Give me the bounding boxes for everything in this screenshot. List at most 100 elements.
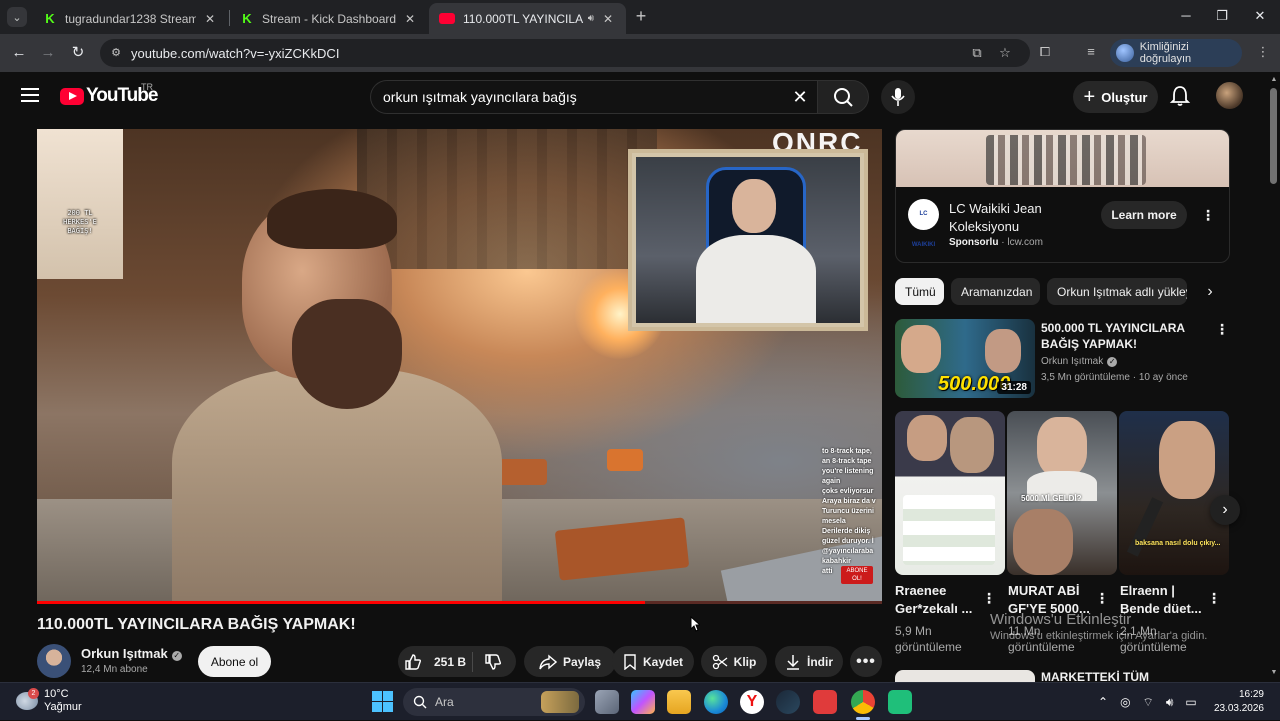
forward-icon[interactable]: → [38,43,58,63]
short-thumbnail[interactable]: baksana nasıl dolu çıkıy... [1119,411,1229,575]
tab-youtube-video[interactable]: 110.000TL YAYINCILARA BA 🔊︎ ✕ [429,3,626,34]
close-window-icon[interactable]: ✕ [1250,8,1270,26]
short-more-icon[interactable]: ⋮ [1094,589,1110,607]
scrollbar-thumb[interactable] [1270,88,1277,184]
page-scrollbar[interactable]: ▲ ▼ [1268,72,1280,682]
search-button[interactable] [817,80,869,114]
taskbar-search-box[interactable]: Ara [403,688,585,716]
steam-icon[interactable] [776,690,800,714]
verified-check-icon: ✓ [1107,357,1118,367]
maximize-icon[interactable]: ❐ [1212,8,1232,26]
dislike-button[interactable] [476,646,516,677]
close-tab-icon[interactable]: ✕ [202,12,218,26]
close-tab-icon[interactable]: ✕ [600,12,616,26]
youtube-logo[interactable]: YouTube TR [60,82,158,107]
short-thumbnail[interactable] [895,411,1005,575]
minimize-icon[interactable]: ─ [1176,8,1196,26]
recommended-channel[interactable]: Orkun Işıtmak ✓ [1041,356,1118,367]
chat-line: güzel duruyor. İ [822,538,874,545]
chat-line: @yayıncılaraba [822,548,874,555]
shorts-next-icon[interactable]: › [1210,495,1240,525]
like-button[interactable]: 251 B [398,646,472,677]
close-tab-icon[interactable]: ✕ [402,12,418,26]
next-video-title[interactable]: MARKETTEKİ TÜM [1041,670,1149,682]
scroll-up-icon[interactable]: ▲ [1270,76,1278,83]
notifications-bell-icon[interactable] [1168,84,1192,108]
search-input[interactable]: orkun ışıtmak yayıncılara bağış ✕ [370,80,817,114]
battery-icon[interactable]: ▭ [1185,695,1196,709]
extensions-icon[interactable]: ⧠ [1036,44,1054,62]
address-bar[interactable]: ⚙ youtube.com/watch?v=-yxiZCKkDCI ⧉ ☆ [100,39,1030,67]
media-control-icon[interactable]: ≡ [1082,44,1100,62]
account-avatar[interactable] [1216,82,1243,109]
share-label: Paylaş [562,654,602,669]
chip-uploader[interactable]: Orkun Işıtmak adlı yükleyen [1047,278,1187,305]
chip-from-search[interactable]: Aramanızdan [951,278,1040,305]
short-thumbnail[interactable]: 5000 Mİ GELDİ? [1007,411,1117,575]
video-progress-bar[interactable] [37,601,882,604]
profile-button[interactable]: Kimliğinizi doğrulayın [1110,39,1242,67]
tab-search-icon[interactable]: ⌄ [7,7,27,27]
recommended-channel-name[interactable]: Orkun Işıtmak [1041,356,1103,367]
app-icon[interactable] [888,690,912,714]
search-query[interactable]: orkun ışıtmak yayıncılara bağış [383,89,577,105]
copilot-icon[interactable] [631,690,655,714]
short-title[interactable]: Rraenee Ger*zekalı ... [895,582,980,618]
yandex-browser-icon[interactable]: Y [740,690,764,714]
video-player[interactable]: 200 TL HERKES'E BAĞIŞ! ONRC to 8-track t… [37,129,882,604]
start-menu-icon[interactable] [371,690,395,714]
recommended-video-title[interactable]: 500.000 TL YAYINCILARA BAĞIŞ YAPMAK! [1041,320,1201,352]
chrome-icon[interactable] [851,690,875,714]
recommended-video-thumbnail[interactable]: 500.000 31:28 [895,319,1035,398]
more-actions-button[interactable]: ••• [850,646,882,677]
speaker-icon[interactable]: 🔊︎ [588,13,594,24]
save-button[interactable]: Kaydet [612,646,694,677]
tab-kick-stream[interactable]: K tugradundar1238 Stream - Wat ✕ [33,3,228,34]
download-button[interactable]: İndir [775,646,843,677]
back-icon[interactable]: ← [9,43,29,63]
video-more-icon[interactable]: ⋮ [1214,320,1230,338]
sponsored-ad-card[interactable]: LC WAIKIKI LC Waikiki Jean Koleksiyonu S… [895,129,1230,263]
site-info-icon[interactable]: ⚙ [108,45,124,61]
taskbar-clock[interactable]: 16:29 23.03.2026 [1208,688,1264,716]
chat-line: çoks evliyorsur [822,488,874,495]
reload-icon[interactable]: ↻ [68,43,88,63]
url-text[interactable]: youtube.com/watch?v=-yxiZCKkDCI [131,46,339,61]
volume-icon[interactable]: 🔊︎ [1166,695,1174,710]
ad-meta: Sponsorlu · lcw.com [949,237,1043,248]
channel-name[interactable]: Orkun Işıtmak [81,646,168,661]
subscribe-button[interactable]: Abone ol [198,646,271,677]
clear-search-icon[interactable]: ✕ [789,86,811,108]
weather-widget[interactable]: 2 10°C Yağmur [16,688,82,714]
ad-more-icon[interactable]: ⋮ [1200,206,1216,224]
file-explorer-icon[interactable] [667,690,691,714]
menu-icon[interactable] [21,88,39,102]
tab-kick-dashboard[interactable]: K Stream - Kick Dashboard ✕ [230,3,428,34]
learn-more-button[interactable]: Learn more [1101,201,1187,229]
tray-overflow-icon[interactable]: ⌃ [1098,695,1108,709]
channel-name-link[interactable]: Orkun Işıtmak ✓ [81,646,182,661]
recommended-video-meta: 3,5 Mn görüntüleme · 10 ay önce [1041,372,1188,383]
bookmark-star-icon[interactable]: ☆ [996,45,1014,61]
chevron-right-icon[interactable]: › [1198,278,1222,305]
channel-avatar[interactable] [37,644,71,678]
scroll-down-icon[interactable]: ▼ [1270,669,1278,676]
voice-search-button[interactable] [881,80,915,114]
clip-button[interactable]: Klip [701,646,767,677]
record-app-icon[interactable] [813,690,837,714]
task-view-icon[interactable] [595,690,619,714]
chip-all[interactable]: Tümü [895,278,944,305]
short-more-icon[interactable]: ⋮ [1206,589,1222,607]
new-tab-button[interactable]: + [633,7,649,25]
install-app-icon[interactable]: ⧉ [968,45,986,61]
browser-menu-icon[interactable]: ⋮ [1254,44,1272,62]
wifi-icon[interactable]: ⌔ [1143,695,1154,710]
save-label: Kaydet [642,654,683,669]
share-button[interactable]: Paylaş [524,646,616,677]
next-video-thumbnail[interactable] [895,670,1035,682]
tray-app-icon[interactable]: ◎ [1120,695,1130,709]
ad-domain: lcw.com [1007,237,1043,248]
create-button[interactable]: + Oluştur [1073,81,1158,113]
edge-icon[interactable] [704,690,728,714]
short-more-icon[interactable]: ⋮ [981,589,997,607]
